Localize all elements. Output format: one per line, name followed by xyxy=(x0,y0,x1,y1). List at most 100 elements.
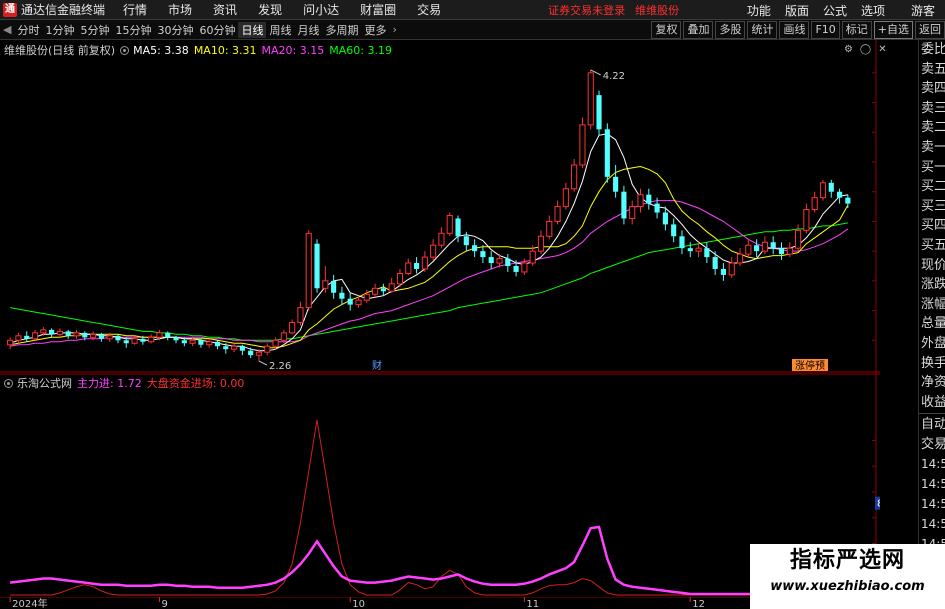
watermark: 指标严选网 www.xuezhibiao.com xyxy=(750,544,945,609)
indicator-legend: 乐淘公式网 主力进: 1.72 大盘资金进场: 0.00 xyxy=(4,375,249,391)
candle xyxy=(745,239,752,258)
diejia-button[interactable]: 叠加 xyxy=(683,21,714,39)
menu-zixun[interactable]: 资讯 xyxy=(213,1,237,18)
candle-body xyxy=(505,258,511,266)
candle xyxy=(736,248,744,266)
tab-30min[interactable]: 30分钟 xyxy=(154,22,196,38)
event-label-cai: 财 xyxy=(372,359,382,372)
candle-body xyxy=(521,262,528,273)
menu-youke[interactable]: 游客 xyxy=(911,2,935,19)
series-dapan-line xyxy=(10,419,848,596)
candle-body xyxy=(695,247,702,252)
candle-body xyxy=(513,266,519,272)
add-watchlist-button[interactable]: +自选 xyxy=(873,21,913,39)
menu-gongshi[interactable]: 公式 xyxy=(823,2,847,19)
menu-shichang[interactable]: 市场 xyxy=(168,1,192,18)
candle xyxy=(280,329,287,344)
candle xyxy=(704,242,710,264)
menu-wenxiaoda[interactable]: 问小达 xyxy=(303,1,339,18)
candle-body xyxy=(73,332,80,337)
tab-gengduo[interactable]: 更多 xyxy=(361,22,389,38)
close-icon[interactable]: ✕ xyxy=(876,43,889,56)
watermark-title: 指标严选网 xyxy=(789,548,905,573)
candle xyxy=(488,251,494,269)
candle xyxy=(761,236,768,255)
quote-label: 净资 xyxy=(921,375,945,391)
candle-body xyxy=(148,336,155,343)
menu-caifuquan[interactable]: 财富圈 xyxy=(360,1,396,18)
candle-body xyxy=(455,218,461,237)
candle-body xyxy=(778,248,785,255)
indicator-name[interactable]: 乐淘公式网 xyxy=(17,375,72,391)
settings-circle-icon[interactable] xyxy=(120,45,130,55)
menu-hangqing[interactable]: 行情 xyxy=(123,1,147,18)
candle xyxy=(571,159,578,192)
candle-body xyxy=(239,346,245,351)
f10-button[interactable]: F10 xyxy=(811,21,840,39)
candle-body xyxy=(15,335,22,341)
quote-label: 委比 xyxy=(921,42,945,57)
candle-body xyxy=(845,197,851,204)
candle-body xyxy=(637,194,644,208)
candle-body xyxy=(836,191,843,198)
menu-xuanxiang[interactable]: 选项 xyxy=(861,2,885,19)
fuquan-button[interactable]: 复权 xyxy=(651,21,682,39)
tab-1min[interactable]: 1分钟 xyxy=(42,22,77,38)
indicator-grid xyxy=(0,373,880,597)
candle-body xyxy=(206,341,213,346)
tab-yuexian[interactable]: 月线 xyxy=(294,22,322,38)
low-label: 2.26 xyxy=(269,361,291,372)
indicator-line1-label: 主力进: 1.72 xyxy=(77,377,142,390)
tongji-button[interactable]: 统计 xyxy=(747,21,778,39)
high-label: 4.22 xyxy=(603,71,625,82)
candle xyxy=(56,328,63,338)
candle xyxy=(73,329,80,339)
tab-60min[interactable]: 60分钟 xyxy=(196,22,238,38)
candle xyxy=(388,277,395,293)
gear-icon[interactable]: ⚙ xyxy=(842,43,855,56)
auto-trade-label[interactable]: 自动 xyxy=(919,415,945,435)
indicator-chart[interactable]: 5.007.5010.0012.5015.00 8.87 xyxy=(0,373,880,597)
candle xyxy=(372,283,379,298)
pin-icon[interactable]: ◯ xyxy=(859,43,872,56)
candle-body xyxy=(396,272,404,285)
menu-jiaoyi[interactable]: 交易 xyxy=(417,1,441,18)
huaxian-button[interactable]: 画线 xyxy=(779,21,810,39)
tab-rixian[interactable]: 日线 xyxy=(238,21,267,38)
more-arrow-icon[interactable]: › xyxy=(389,23,399,36)
chart-corner-tools: ⚙ ◯ ✕ xyxy=(838,43,889,56)
trade-login-notice[interactable]: 证券交易未登录 xyxy=(548,2,625,18)
candle xyxy=(264,343,271,356)
tab-15min[interactable]: 15分钟 xyxy=(112,22,154,38)
candle-body xyxy=(554,206,561,222)
duogu-button[interactable]: 多股 xyxy=(715,21,746,39)
tab-zhouxian[interactable]: 周线 xyxy=(266,22,294,38)
menu-gongneng[interactable]: 功能 xyxy=(747,2,771,19)
watermark-url: www.xuezhibiao.com xyxy=(770,579,925,594)
menu-faxian[interactable]: 发现 xyxy=(258,1,282,18)
candle-body xyxy=(704,248,710,258)
stock-chart-label[interactable]: 维维股份(日线 前复权) xyxy=(4,42,115,58)
auto-trade-label[interactable]: 交易 xyxy=(919,435,945,455)
candle-body xyxy=(24,335,30,339)
right-menu: 功能 版面 公式 选项 游客 xyxy=(747,0,945,20)
candlestick-chart[interactable]: 2.402.602.803.003.203.403.603.804.004.20… xyxy=(0,40,880,373)
indicator-settings-icon[interactable] xyxy=(4,378,13,388)
tab-5min[interactable]: 5分钟 xyxy=(77,22,112,38)
tab-duozhouqi[interactable]: 多周期 xyxy=(322,22,361,38)
date-tick-label: 11 xyxy=(526,599,539,609)
app-logo-icon: 通 xyxy=(3,2,17,17)
menu-banmian[interactable]: 版面 xyxy=(785,2,809,19)
back-button[interactable]: 返回 xyxy=(915,21,945,39)
candle-body xyxy=(98,334,104,339)
candle xyxy=(554,200,561,225)
candle xyxy=(728,257,735,278)
candle xyxy=(305,230,312,311)
candle-body xyxy=(537,235,545,252)
period-collapse-icon[interactable]: ◀ xyxy=(0,23,14,36)
biaoji-button[interactable]: 标记 xyxy=(841,21,872,39)
tab-fenshi[interactable]: 分时 xyxy=(14,22,42,38)
candle-body xyxy=(7,339,14,346)
candle-body xyxy=(828,182,834,192)
quote-label: 涨幅 xyxy=(921,296,945,312)
